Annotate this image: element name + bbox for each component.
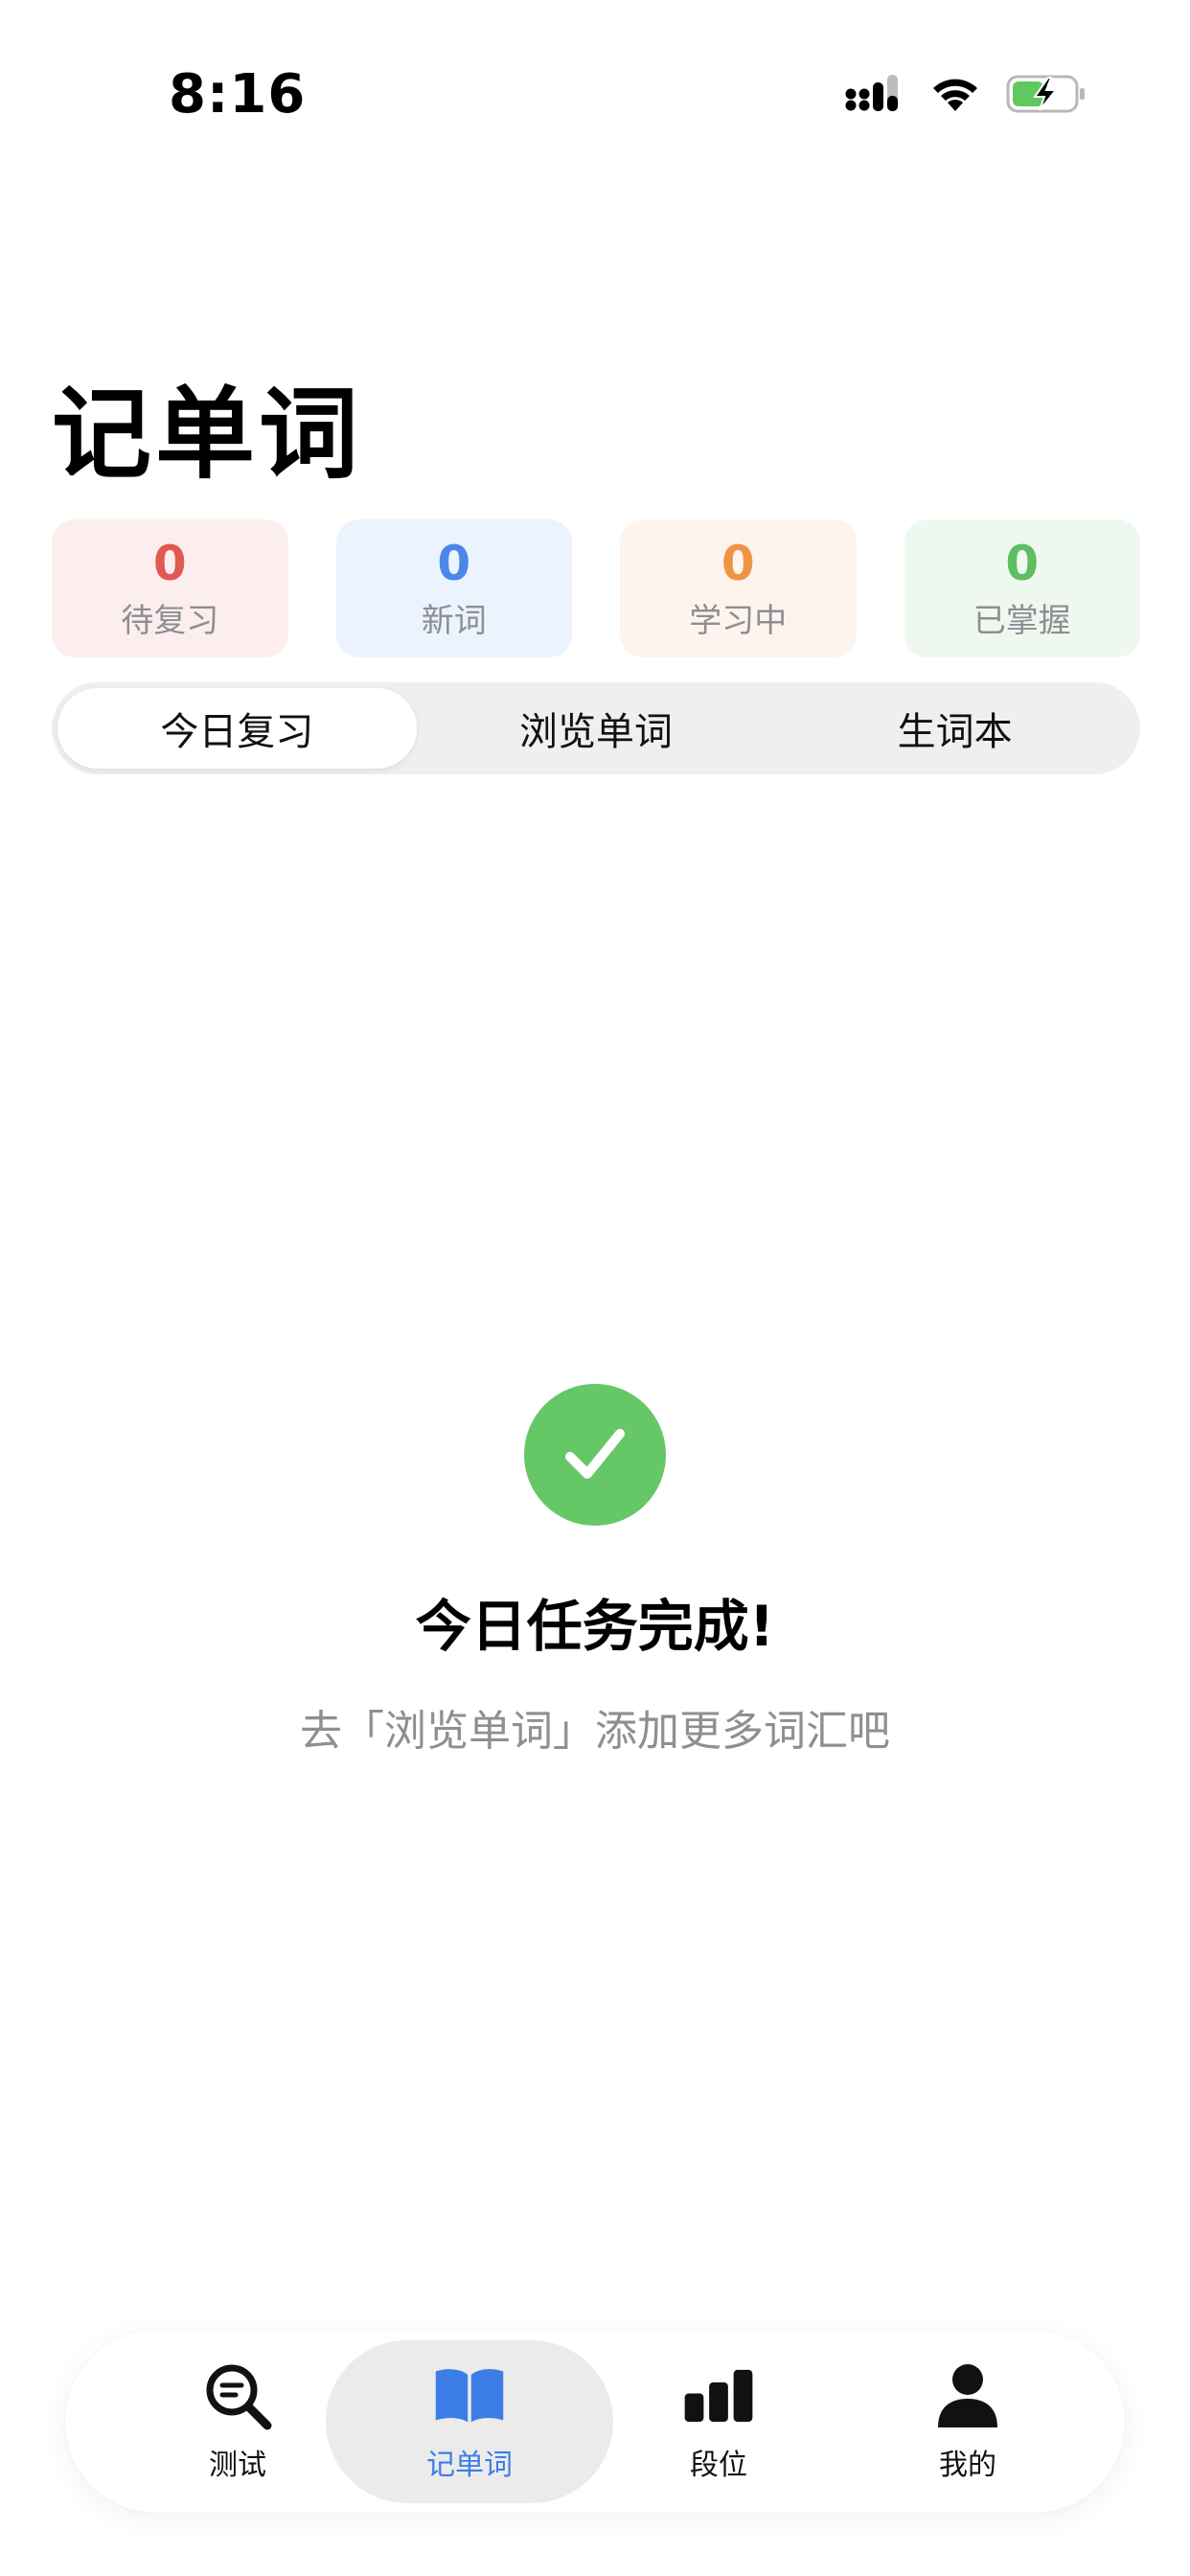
tab-me[interactable]: 我的 [824,2340,1111,2503]
segmented-control: 今日复习 浏览单词 生词本 [52,682,1140,774]
segment-today-review[interactable]: 今日复习 [57,688,417,769]
search-icon [202,2360,273,2431]
stat-label: 学习中 [689,601,788,640]
page-title: 记单词 [52,376,363,493]
status-bar: 8:16 [0,0,1190,192]
segment-browse-words[interactable]: 浏览单词 [417,688,776,769]
stat-value: 0 [437,535,471,591]
tab-label: 测试 [209,2449,266,2482]
stat-label: 已掌握 [973,601,1071,640]
empty-state-title: 今日任务完成! [415,1594,775,1659]
tab-label: 我的 [939,2449,996,2482]
checkmark-icon [524,1384,666,1526]
stat-value: 0 [721,535,755,591]
bottom-tab-bar: 测试 记单词 段位 我的 [65,2331,1125,2513]
tab-rank[interactable]: 段位 [575,2340,862,2503]
stat-card-learning[interactable]: 0 学习中 [620,519,857,657]
stat-label: 待复习 [121,601,219,640]
segment-vocab-book[interactable]: 生词本 [775,688,1134,769]
bar-chart-icon [683,2360,754,2431]
book-icon [434,2360,505,2431]
stats-row: 0 待复习 0 新词 0 学习中 0 已掌握 [52,519,1140,657]
tab-vocabulary[interactable]: 记单词 [326,2340,613,2503]
stat-value: 0 [1005,535,1040,591]
stat-card-new-words[interactable]: 0 新词 [335,519,572,657]
stat-label: 新词 [421,601,487,640]
stat-card-mastered[interactable]: 0 已掌握 [904,519,1140,657]
empty-state-subtitle: 去「浏览单词」添加更多词汇吧 [300,1707,890,1756]
cellular-signal-icon [845,75,904,117]
wifi-icon [929,75,981,117]
person-icon [932,2360,1003,2431]
status-time: 8:16 [169,63,307,126]
stat-card-pending-review[interactable]: 0 待复习 [52,519,288,657]
status-icons [845,73,1087,119]
stat-value: 0 [152,535,187,591]
tab-label: 段位 [690,2449,747,2482]
battery-charging-icon [1006,74,1087,118]
tab-label: 记单词 [426,2449,513,2482]
